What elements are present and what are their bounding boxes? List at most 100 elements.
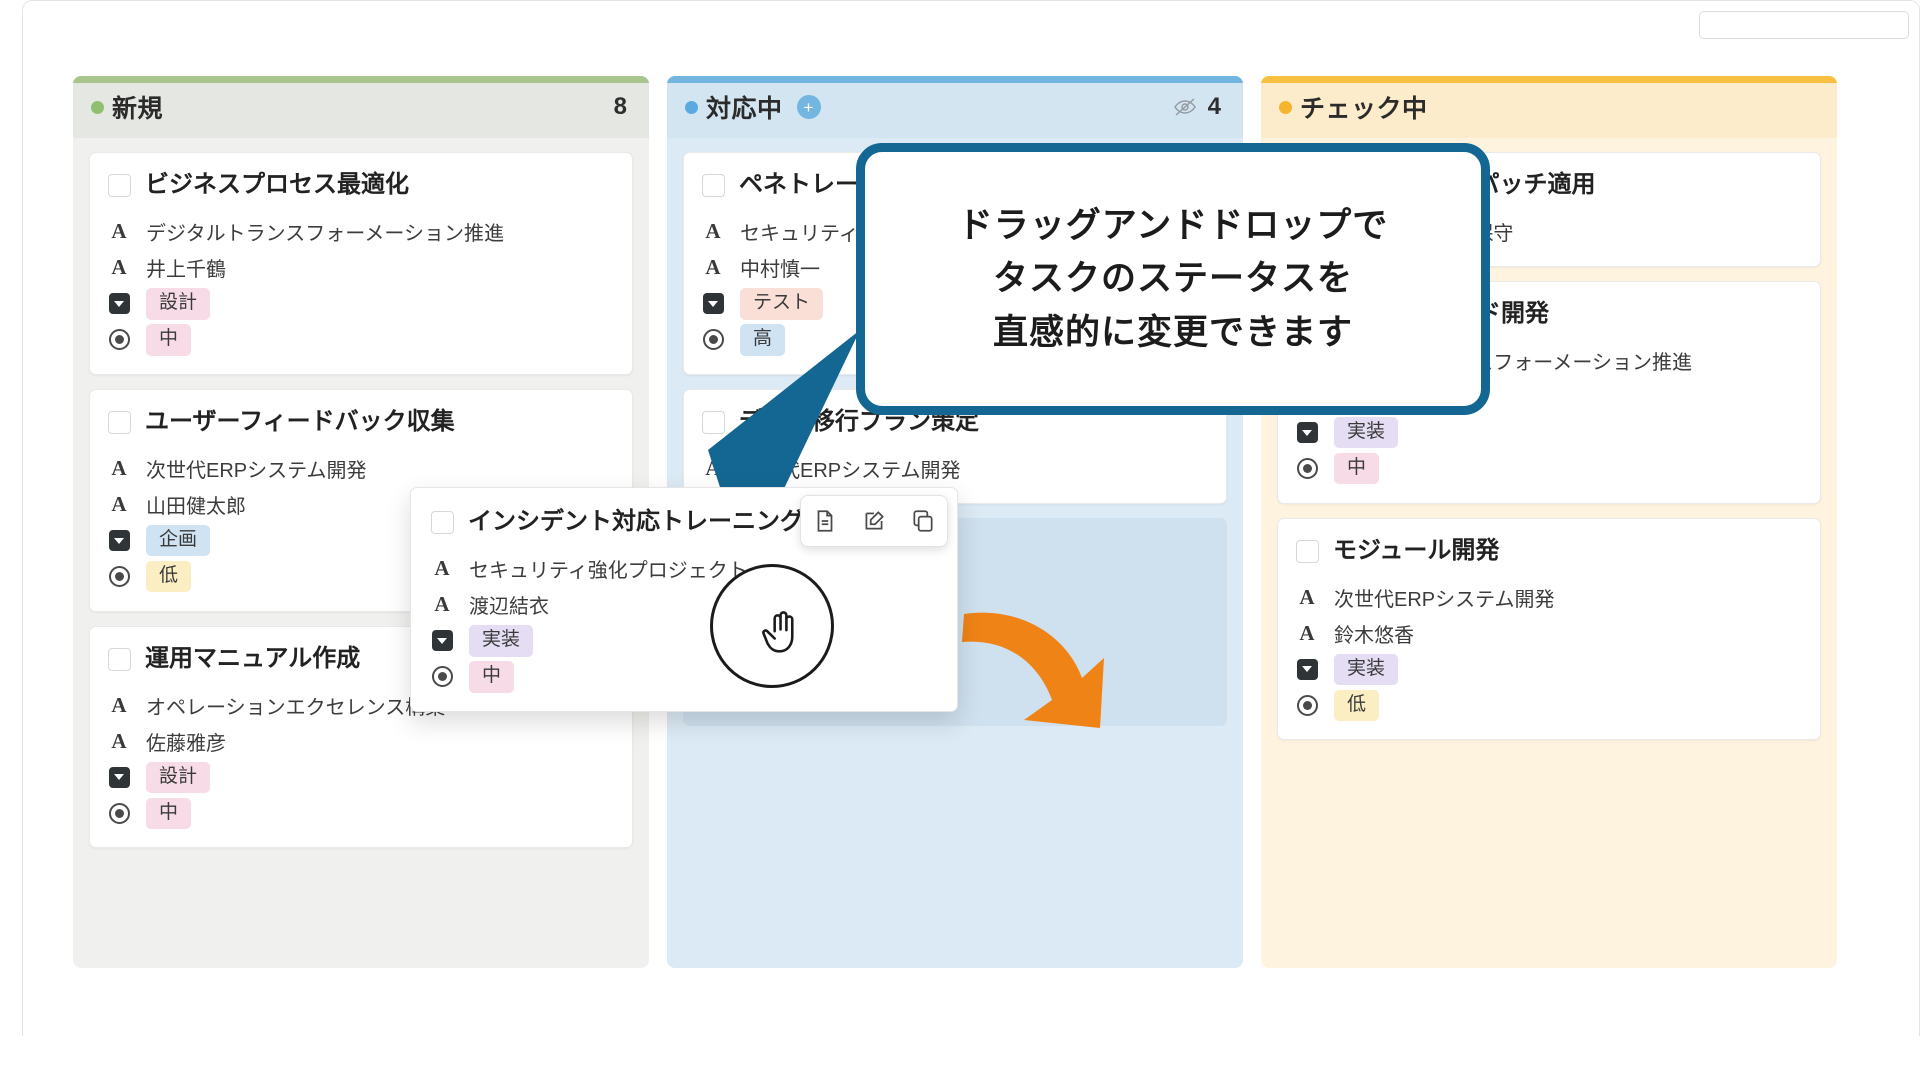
card-assignee-row: A 佐藤雅彦 (108, 723, 614, 759)
radio-icon (1296, 694, 1318, 716)
card-assignee: 佐藤雅彦 (146, 732, 226, 755)
card-checkbox[interactable] (108, 647, 131, 671)
hidden-eye-icon[interactable] (1172, 97, 1198, 117)
card-title: モジュール開発 (1333, 536, 1500, 564)
window-bottom-strip (22, 1036, 1920, 1080)
card-title: ビジネスプロセス最適化 (145, 171, 409, 198)
card-assignee: 中村慎一 (740, 259, 820, 282)
card-priority-badge[interactable]: 低 (146, 560, 192, 593)
card-priority-badge[interactable]: 中 (469, 660, 515, 693)
card-priority-row: 中 (108, 322, 614, 358)
card-assignee: 鈴木悠香 (1334, 624, 1414, 647)
column-header-check[interactable]: チェック中 (1261, 76, 1837, 138)
status-dot-icon (1279, 100, 1292, 114)
duplicate-icon[interactable] (910, 508, 936, 534)
card-checkbox[interactable] (1296, 539, 1319, 563)
assignee-icon: A (1299, 620, 1315, 645)
callout-bubble: ドラッグアンドドロップで タスクのステータスを 直感的に変更できます (856, 143, 1490, 415)
card-project: オペレーションエクセレンス構築 (146, 696, 446, 719)
card-phase-row: 実装 (1296, 651, 1802, 687)
card-phase-row: 設計 (108, 286, 614, 322)
callout-text: ドラッグアンドドロップで タスクのステータスを 直感的に変更できます (957, 206, 1389, 352)
card-title: ユーザーフィードバック収集 (145, 407, 455, 435)
card-priority-badge[interactable]: 低 (1334, 689, 1380, 722)
radio-icon (431, 666, 453, 688)
card-project-row: A 次世代ERPシステム開発 (1296, 579, 1802, 615)
card-priority-row: 中 (108, 795, 614, 831)
select-icon (1296, 422, 1318, 444)
card-phase-badge[interactable]: 設計 (146, 287, 211, 320)
select-icon (108, 530, 130, 552)
project-icon: A (111, 692, 127, 717)
drag-card-toolbar[interactable] (800, 495, 948, 547)
app-topbar (23, 1, 1919, 41)
project-icon: A (111, 219, 127, 244)
column-title: チェック中 (1300, 95, 1428, 123)
column-title: 対応中 (706, 95, 783, 123)
project-icon: A (111, 456, 127, 481)
card-phase-badge[interactable]: 実装 (469, 624, 534, 657)
add-card-icon[interactable]: + (796, 95, 821, 119)
card-checkbox[interactable] (108, 174, 131, 197)
card-priority-badge[interactable]: 中 (146, 323, 192, 356)
card-title: 運用マニュアル作成 (145, 644, 361, 672)
task-card[interactable]: ビジネスプロセス最適化 A デジタルトランスフォーメーション推進 A 井上千鶴 設計中 (89, 152, 633, 375)
status-dot-icon (91, 100, 104, 114)
card-project: デジタルトランスフォーメーション推進 (146, 223, 504, 246)
card-phase-badge[interactable]: 実装 (1334, 416, 1399, 449)
card-phase-row: 実装 (431, 623, 937, 659)
assignee-icon: A (111, 492, 127, 517)
topbar-input[interactable] (1699, 11, 1909, 39)
card-checkbox[interactable] (702, 174, 725, 197)
card-assignee: 山田健太郎 (146, 496, 246, 519)
card-project: 次世代ERPシステム開発 (146, 460, 367, 483)
card-assignee-row: A 井上千鶴 (108, 250, 614, 286)
card-assignee-row: A 鈴木悠香 (1296, 615, 1802, 651)
card-header: ビジネスプロセス最適化 (108, 171, 614, 200)
card-phase-badge[interactable]: 実装 (1334, 653, 1399, 686)
select-icon (108, 766, 130, 788)
card-priority-badge[interactable]: 中 (1334, 452, 1380, 485)
card-phase-badge[interactable]: 設計 (146, 761, 211, 794)
assignee-icon: A (111, 255, 127, 280)
card-project: セキュリティ強化プロジェクト (469, 560, 748, 583)
column-card-count: 4 (1207, 93, 1221, 120)
card-assignee: 渡辺結衣 (469, 596, 549, 619)
card-project-row: A 次世代ERPシステム開発 (108, 451, 614, 487)
task-card[interactable]: モジュール開発 A 次世代ERPシステム開発 A 鈴木悠香 実装低 (1277, 517, 1821, 741)
card-header: モジュール開発 (1296, 537, 1802, 566)
project-icon: A (1299, 584, 1315, 609)
screen: 新規 8 ビジネスプロセス最適化 A デジタルトランスフォーメーション推進 A 井上千鶴 設計… (0, 0, 1920, 1080)
select-icon (108, 293, 130, 315)
project-icon: A (434, 556, 450, 581)
document-icon[interactable] (812, 508, 838, 534)
column-title: 新規 (112, 95, 164, 123)
card-phase-badge[interactable]: 企画 (146, 524, 211, 557)
card-phase-row: 実装 (1296, 415, 1802, 451)
hand-pointer-icon (762, 611, 794, 653)
column-card-count: 8 (613, 93, 627, 120)
select-icon (702, 293, 724, 315)
assignee-icon: A (705, 255, 721, 280)
card-project-row: A セキュリティ強化プロジェクト (431, 551, 937, 587)
card-priority-row: 低 (1296, 687, 1802, 723)
card-project-row: A デジタルトランスフォーメーション推進 (108, 214, 614, 250)
card-checkbox[interactable] (431, 511, 454, 534)
column-header-new[interactable]: 新規 8 (73, 76, 649, 138)
project-icon: A (705, 219, 721, 244)
column-header-doing[interactable]: 対応中 +4 (667, 76, 1243, 138)
drag-direction-arrow (962, 612, 1104, 728)
card-priority-row: 中 (1296, 451, 1802, 487)
radio-icon (1296, 458, 1318, 480)
status-dot-icon (685, 100, 698, 114)
card-header: ユーザーフィードバック収集 (108, 408, 614, 437)
card-checkbox[interactable] (108, 410, 131, 434)
edit-icon[interactable] (861, 508, 887, 534)
card-title: インシデント対応トレーニング (468, 508, 804, 535)
radio-icon (108, 802, 130, 824)
card-phase-badge[interactable]: テスト (740, 287, 824, 320)
assignee-icon: A (111, 728, 127, 753)
radio-icon (108, 329, 130, 351)
radio-icon (108, 566, 130, 588)
card-priority-badge[interactable]: 中 (146, 797, 192, 830)
